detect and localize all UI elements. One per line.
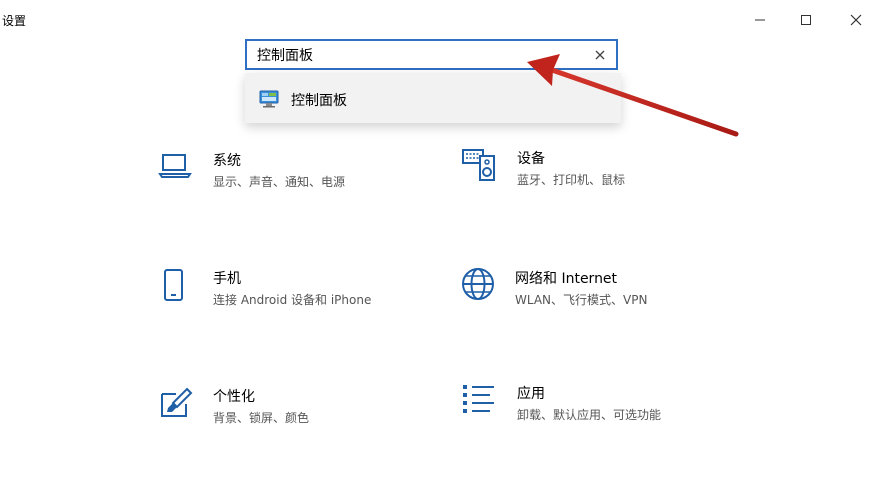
paint-brush-icon xyxy=(161,387,193,417)
minimize-button[interactable] xyxy=(742,7,778,33)
close-button[interactable] xyxy=(838,7,874,33)
category-apps[interactable]: 应用 卸载、默认应用、可选功能 xyxy=(462,383,762,439)
category-subtitle: 连接 Android 设备和 iPhone xyxy=(213,293,372,307)
suggestion-label: 控制面板 xyxy=(291,93,347,109)
search-input[interactable] xyxy=(257,45,587,65)
category-personalization[interactable]: 个性化 背景、锁屏、颜色 xyxy=(158,386,458,442)
control-panel-icon xyxy=(259,90,279,108)
laptop-icon xyxy=(158,154,192,178)
category-system[interactable]: 系统 显示、声音、通知、电源 xyxy=(158,150,458,206)
minimize-icon xyxy=(755,19,765,21)
title-bar: 设置 xyxy=(0,0,877,40)
search-box[interactable] xyxy=(245,39,618,70)
category-title: 手机 xyxy=(213,271,241,287)
maximize-icon xyxy=(801,15,811,25)
category-title: 系统 xyxy=(213,153,241,169)
clear-search-button[interactable] xyxy=(592,47,608,63)
category-title: 个性化 xyxy=(213,389,255,405)
close-icon xyxy=(595,50,605,60)
close-icon xyxy=(850,14,862,26)
maximize-button[interactable] xyxy=(788,7,824,33)
category-title: 网络和 Internet xyxy=(515,271,618,287)
category-subtitle: 蓝牙、打印机、鼠标 xyxy=(517,173,626,187)
keyboard-speaker-icon xyxy=(462,149,495,181)
app-title: 设置 xyxy=(2,14,27,28)
phone-icon xyxy=(164,269,183,301)
suggestion-item[interactable]: 控制面板 xyxy=(245,73,621,123)
category-title: 设备 xyxy=(517,151,545,167)
category-subtitle: 卸载、默认应用、可选功能 xyxy=(517,408,662,422)
category-subtitle: 背景、锁屏、颜色 xyxy=(213,411,310,425)
category-network[interactable]: 网络和 Internet WLAN、飞行模式、VPN xyxy=(460,268,760,324)
category-devices[interactable]: 设备 蓝牙、打印机、鼠标 xyxy=(462,148,762,204)
app-list-icon xyxy=(463,385,494,413)
category-subtitle: 显示、声音、通知、电源 xyxy=(213,175,346,189)
category-title: 应用 xyxy=(517,386,545,402)
globe-icon xyxy=(462,268,494,300)
search-suggestions: 控制面板 xyxy=(245,73,621,123)
category-phone[interactable]: 手机 连接 Android 设备和 iPhone xyxy=(158,268,458,324)
category-subtitle: WLAN、飞行模式、VPN xyxy=(515,293,648,307)
